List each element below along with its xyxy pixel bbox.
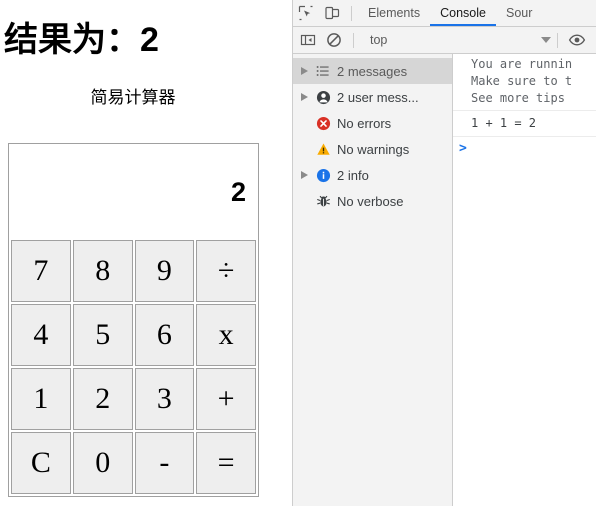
disclosure-triangle-icon[interactable] [297, 171, 311, 179]
console-message-list[interactable]: You are runnin Make sure to t See more t… [453, 54, 596, 506]
sidebar-item-verbose-label: No verbose [337, 193, 404, 209]
toolbar-divider [353, 32, 354, 48]
calculator-display[interactable]: 2 [11, 146, 256, 238]
calculator-table: 2 7 8 9 ÷ 4 5 6 x 1 2 3 + C 0 - = [8, 143, 259, 497]
calculator-button-row: C 0 - = [11, 432, 256, 494]
calc-button-7[interactable]: 7 [11, 240, 71, 302]
device-toolbar-button[interactable] [319, 0, 345, 26]
calc-button-6[interactable]: 6 [134, 304, 195, 366]
inspect-element-icon [298, 5, 313, 21]
calculator-title: 简易计算器 [90, 88, 176, 108]
sidebar-item-warnings[interactable]: No warnings [293, 136, 452, 162]
console-message-line: Make sure to t [471, 74, 573, 88]
calc-button-clear[interactable]: C [11, 432, 71, 494]
console-toolbar: top [293, 27, 596, 54]
sidebar-item-errors[interactable]: No errors [293, 110, 452, 136]
bug-icon [311, 194, 335, 209]
toolbar-divider [351, 5, 352, 21]
calc-button-9[interactable]: 9 [134, 240, 195, 302]
tab-sources[interactable]: Sour [496, 0, 542, 26]
sidebar-item-messages[interactable]: 2 messages [293, 58, 452, 84]
execution-context-selector[interactable]: top [364, 30, 552, 50]
inspect-element-button[interactable] [293, 0, 319, 26]
disclosure-triangle-icon[interactable] [297, 93, 311, 101]
calc-button-4[interactable]: 4 [11, 304, 71, 366]
prompt-caret-icon: > [459, 141, 467, 156]
chevron-down-icon [541, 37, 552, 43]
sidebar-item-info-label: 2 info [337, 167, 369, 183]
console-sidebar-toggle-button[interactable] [295, 27, 321, 53]
calc-button-multiply[interactable]: x [196, 304, 256, 366]
sidebar-item-errors-label: No errors [337, 115, 392, 131]
sidebar-item-warnings-label: No warnings [337, 141, 410, 157]
calc-button-8[interactable]: 8 [72, 240, 133, 302]
calc-button-plus[interactable]: + [196, 368, 256, 430]
console-body: 2 messages 2 user mess... No errors No w… [293, 54, 596, 506]
console-sidebar: 2 messages 2 user mess... No errors No w… [293, 54, 453, 506]
sidebar-item-verbose[interactable]: No verbose [293, 188, 452, 214]
sidebar-item-messages-label: 2 messages [337, 63, 408, 79]
error-icon [311, 116, 335, 131]
calculator-button-row: 7 8 9 ÷ [11, 240, 256, 302]
device-toolbar-icon [325, 6, 340, 20]
list-icon [311, 64, 335, 78]
clear-console-icon [327, 33, 341, 47]
calc-button-0[interactable]: 0 [72, 432, 133, 494]
disclosure-triangle-icon[interactable] [297, 67, 311, 75]
info-icon [311, 168, 335, 183]
console-sidebar-toggle-icon [300, 34, 316, 46]
execution-context-value: top [370, 33, 388, 47]
calc-button-minus[interactable]: - [134, 432, 195, 494]
live-expression-button[interactable] [564, 27, 590, 53]
calc-button-divide[interactable]: ÷ [196, 240, 256, 302]
result-heading-value: 2 [140, 21, 159, 59]
tab-elements[interactable]: Elements [358, 0, 430, 26]
devtools-panel: Elements Console Sour top 2 messages 2 u… [292, 0, 596, 506]
calc-button-5[interactable]: 5 [72, 304, 133, 366]
toolbar-divider [557, 32, 559, 48]
sidebar-item-user-messages[interactable]: 2 user mess... [293, 84, 452, 110]
calc-button-2[interactable]: 2 [72, 368, 133, 430]
console-message-result[interactable]: 1 + 1 = 2 [453, 111, 596, 137]
calc-button-1[interactable]: 1 [11, 368, 71, 430]
user-icon [311, 90, 335, 105]
calculator-button-row: 1 2 3 + [11, 368, 256, 430]
sidebar-item-user-messages-label: 2 user mess... [337, 89, 419, 105]
calculator-display-row: 2 [11, 146, 256, 238]
devtools-tabbar: Elements Console Sour [293, 0, 596, 27]
sidebar-item-info[interactable]: 2 info [293, 162, 452, 188]
live-expression-eye-icon [569, 34, 586, 46]
calc-button-3[interactable]: 3 [134, 368, 195, 430]
tab-console[interactable]: Console [430, 0, 496, 26]
console-message-line: See more tips [471, 91, 565, 105]
console-message-tips[interactable]: You are runnin Make sure to t See more t… [453, 54, 596, 111]
web-page-content: 结果为：2 简易计算器 2 7 8 9 ÷ 4 5 6 x 1 2 3 + C … [0, 0, 292, 506]
calculator-button-row: 4 5 6 x [11, 304, 256, 366]
console-message-line: You are runnin [471, 57, 573, 71]
result-heading: 结果为：2 [4, 12, 292, 61]
clear-console-button[interactable] [321, 27, 347, 53]
calc-button-equals[interactable]: = [196, 432, 256, 494]
result-heading-label: 结果为： [4, 20, 140, 60]
warning-icon [311, 142, 335, 157]
console-prompt[interactable]: > [453, 137, 596, 156]
